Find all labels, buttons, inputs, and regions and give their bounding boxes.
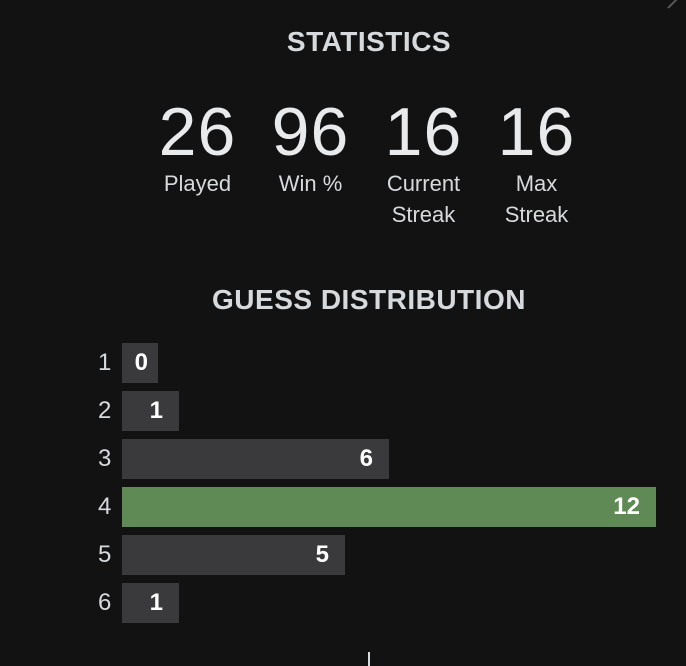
distribution-row-2: 21	[94, 391, 656, 431]
stat-label: Win %	[278, 171, 343, 196]
stat-value: 26	[158, 94, 237, 170]
guess-distribution-title: GUESS DISTRIBUTION	[212, 284, 526, 315]
guess-distribution-chart: 1 0 2 1 3 6 4 12 5 5 6 1	[94, 343, 656, 631]
stat-label: Played	[163, 171, 232, 196]
distribution-row-6: 61	[94, 583, 656, 623]
bar-track: 0	[122, 343, 656, 383]
bar-count: 6	[359, 445, 373, 472]
distribution-bar: 12	[122, 487, 656, 527]
guess-number: 2	[98, 397, 112, 424]
bar-track: 1	[122, 391, 656, 431]
stat-label: Current Streak	[386, 171, 461, 227]
stat-value: 16	[497, 94, 576, 170]
stat-played: 26 Played	[141, 96, 254, 230]
distribution-bar: 1	[122, 391, 179, 431]
statistics-row: 26 Played 96 Win % 16 Current Streak 16 …	[141, 96, 593, 230]
stat-label: Max Streak	[504, 171, 569, 227]
distribution-bar: 0	[122, 343, 158, 383]
guess-number: 5	[98, 541, 112, 568]
bar-track: 6	[122, 439, 656, 479]
bar-track: 5	[122, 535, 656, 575]
distribution-bar: 1	[122, 583, 179, 623]
distribution-row-1: 10	[94, 343, 656, 383]
distribution-row-5: 55	[94, 535, 656, 575]
stat-value: 96	[271, 94, 350, 170]
bar-count: 0	[134, 349, 148, 376]
stat-max-streak: 16 Max Streak	[480, 96, 593, 230]
bar-count: 12	[613, 493, 640, 520]
distribution-row-4: 4 12	[94, 487, 656, 527]
statistics-title: STATISTICS	[286, 26, 452, 57]
guess-number: 4	[98, 493, 112, 520]
guess-number: 1	[98, 349, 112, 376]
guess-number: 3	[98, 445, 112, 472]
bar-count: 5	[315, 541, 329, 568]
bar-count: 1	[149, 589, 163, 616]
bar-track: 1	[122, 583, 656, 623]
distribution-bar: 6	[122, 439, 389, 479]
stat-current-streak: 16 Current Streak	[367, 96, 480, 230]
stat-win-percent: 96 Win %	[254, 96, 367, 230]
bar-track: 12	[122, 487, 656, 527]
guess-number: 6	[98, 589, 112, 616]
divider-tick	[368, 652, 370, 666]
bar-count: 1	[149, 397, 163, 424]
close-icon[interactable]	[666, 0, 680, 10]
distribution-row-3: 36	[94, 439, 656, 479]
stat-value: 16	[384, 94, 463, 170]
distribution-bar: 5	[122, 535, 345, 575]
